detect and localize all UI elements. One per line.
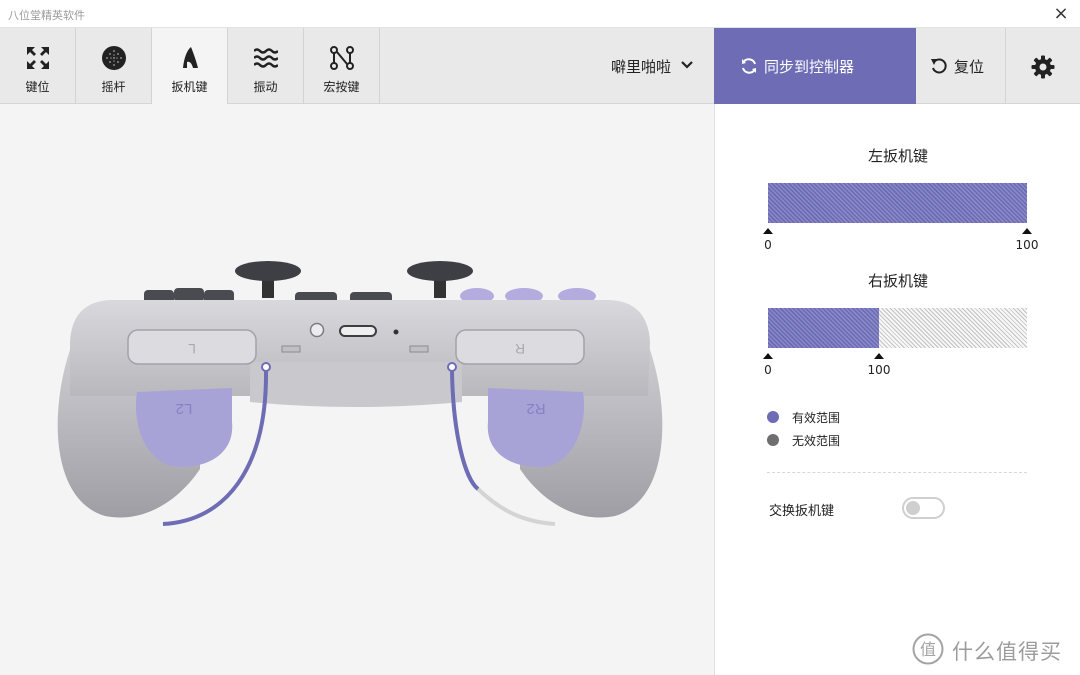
controller-illustration: L R L2 R2 [57,261,663,526]
watermark-logo: 值 [912,633,944,665]
sync-icon [742,58,756,74]
status-led [393,329,399,335]
left-trigger-min-marker[interactable] [763,228,773,234]
app-title: 八位堂精英软件 [8,9,85,22]
back-plate [250,362,462,407]
right-shoulder-label: R [515,341,525,357]
settings-button[interactable] [1006,28,1080,104]
usb-c-port [339,325,377,337]
reset-label: 复位 [954,58,985,76]
vent [281,345,301,353]
tab-label: 振动 [253,80,278,94]
left-stick [235,261,301,281]
profile-name: 噼里啪啦 [611,58,672,76]
reset-button[interactable]: 复位 [916,28,1006,104]
tab-trigger[interactable]: 扳机键 [152,28,228,105]
right-trigger-label: R2 [526,400,545,417]
legend-label: 无效范围 [792,434,841,448]
swap-triggers-toggle[interactable] [902,497,945,519]
sync-label: 同步到控制器 [764,58,855,76]
left-trigger-min-label: 0 [764,238,772,252]
legend-dot [767,434,779,446]
toggle-knob [906,501,920,515]
waves-icon [254,48,278,68]
valid-range [768,308,879,348]
chevron-down-icon [681,61,693,69]
left-trigger-label: L2 [176,400,193,417]
title-bar: 八位堂精英软件 × [0,0,1080,28]
legend-dot [767,411,779,423]
right-trigger-max-label: 100 [867,363,891,377]
valid-range [768,183,1027,223]
left-trigger-title: 左扳机键 [867,147,928,165]
tab-label: 宏按键 [323,80,360,94]
undo-icon [931,58,947,74]
headphone-jack [309,322,325,338]
right-trigger-min-marker[interactable] [763,353,773,359]
right-trigger-title: 右扳机键 [867,272,928,290]
trigger-settings-panel: 左扳机键 0 100 右扳机键 0 100 有效范围 无效范围 交换扳机键 [714,104,1080,675]
tab-joystick[interactable]: 摇杆 [76,28,152,104]
arrows-expand-icon [27,47,49,69]
tab-keymap[interactable]: 键位 [0,28,76,104]
trigger-icon [183,47,198,68]
right-trigger-max-marker[interactable] [874,353,884,359]
joystick-icon [102,46,126,70]
swap-triggers-label: 交换扳机键 [769,504,835,519]
svg-text:值: 值 [920,640,936,659]
left-trigger-max-marker[interactable] [1022,228,1032,234]
tab-label: 摇杆 [101,80,126,94]
dpad-button [174,288,204,302]
left-trigger-max-label: 100 [1015,238,1039,252]
profile-dropdown[interactable]: 噼里啪啦 [600,28,714,104]
right-trigger-range-bar[interactable] [768,308,1027,348]
vent [409,345,429,353]
macro-nodes-icon [330,46,354,70]
toolbar: 键位 摇杆 扳机键 振动 宏按键 噼里啪啦 同步到控制器 复位 [0,28,1080,105]
watermark-text: 什么值得买 [952,640,1062,664]
right-trigger-arc-handle[interactable] [447,362,457,372]
tab-label: 扳机键 [171,80,208,94]
tab-label: 键位 [25,80,50,94]
left-trigger-arc-handle[interactable] [261,362,271,372]
controller-view: L R L2 R2 [0,104,714,675]
divider [767,472,1027,473]
right-stick [407,261,473,281]
tab-macro[interactable]: 宏按键 [304,28,380,104]
sync-to-controller-button[interactable]: 同步到控制器 [714,28,916,104]
left-shoulder-label: L [188,341,196,357]
gear-icon [1031,55,1055,79]
legend-label: 有效范围 [792,411,841,425]
close-button[interactable]: × [1050,3,1072,25]
left-trigger-range-bar[interactable] [768,183,1027,223]
tab-vibration[interactable]: 振动 [228,28,304,104]
right-trigger-min-label: 0 [764,363,772,377]
